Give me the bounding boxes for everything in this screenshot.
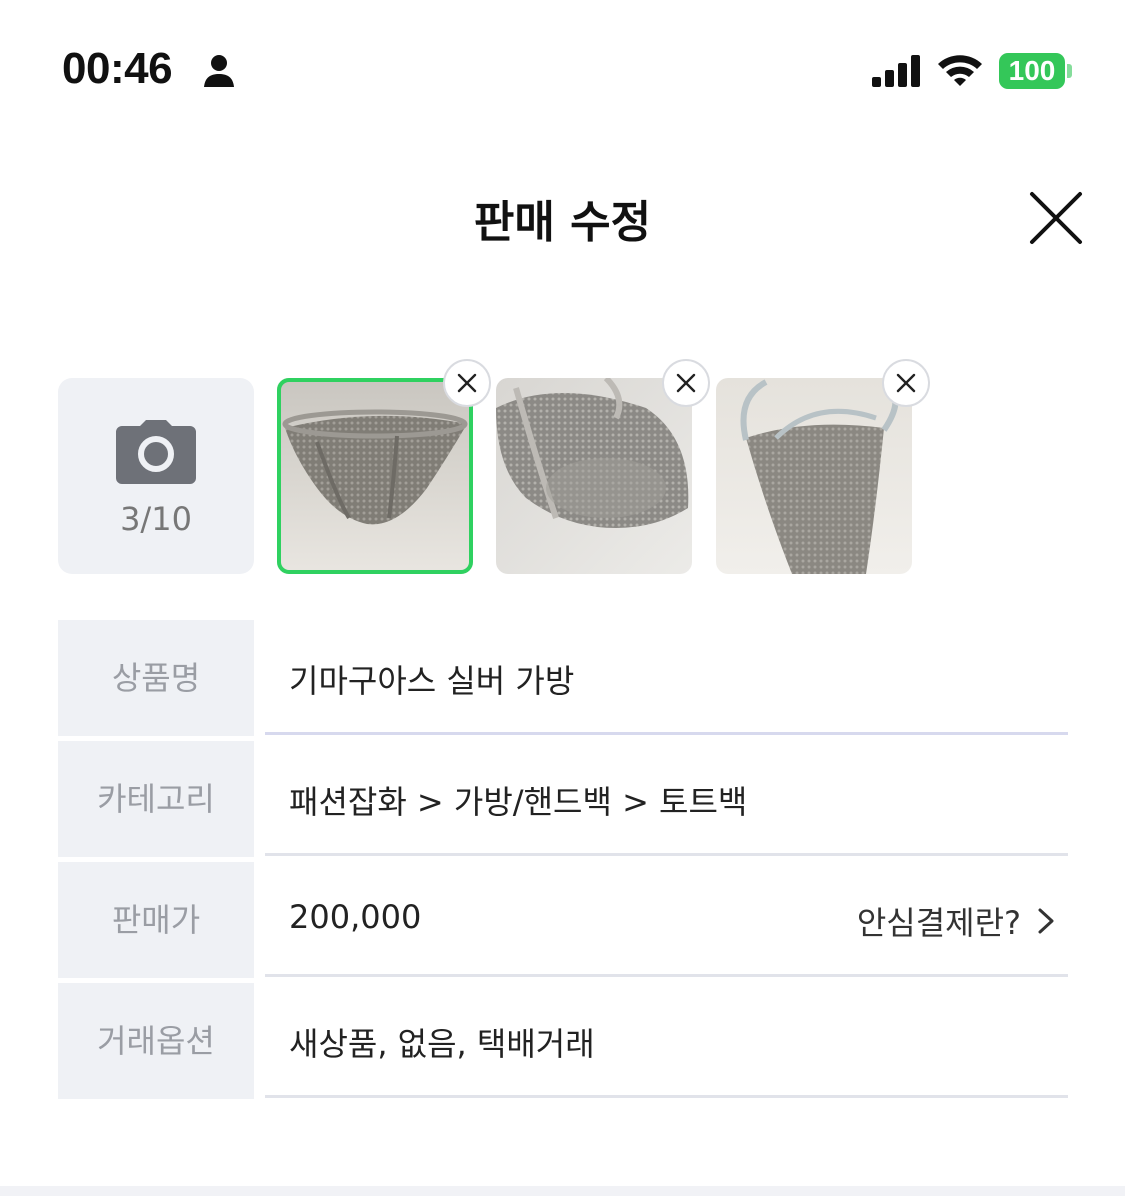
photo-count: 3/10 — [120, 500, 192, 538]
cellular-signal-icon — [872, 55, 920, 87]
wifi-icon — [938, 55, 982, 86]
close-icon — [457, 373, 477, 393]
divider — [265, 974, 1068, 977]
close-icon — [676, 373, 696, 393]
close-icon[interactable] — [1024, 186, 1088, 250]
bottom-section-divider — [0, 1186, 1125, 1196]
divider — [265, 732, 1068, 735]
close-icon — [896, 373, 916, 393]
product-photo-3[interactable] — [716, 378, 912, 574]
safe-payment-label: 안심결제란? — [856, 904, 1021, 942]
price-field[interactable]: 200,000 — [289, 898, 421, 936]
price-label: 판매가 — [58, 862, 254, 978]
person-icon — [204, 55, 234, 87]
product-photo-1[interactable] — [277, 378, 473, 574]
camera-icon — [116, 420, 196, 484]
page-title: 판매 수정 — [473, 197, 652, 248]
divider — [265, 853, 1068, 856]
category-label: 카테고리 — [58, 741, 254, 857]
chevron-right-icon — [1038, 908, 1054, 934]
battery-level: 100 — [1008, 55, 1056, 86]
add-photo-button[interactable]: 3/10 — [58, 378, 254, 574]
battery-tip — [1067, 64, 1072, 78]
divider — [265, 1095, 1068, 1098]
remove-photo-3-button[interactable] — [882, 359, 930, 407]
trade-option-field[interactable]: 새상품, 없음, 택배거래 — [289, 1019, 595, 1065]
product-name-field[interactable]: 기마구아스 실버 가방 — [289, 656, 574, 702]
battery-icon: 100 — [999, 53, 1065, 89]
remove-photo-2-button[interactable] — [662, 359, 710, 407]
status-bar: 00:46 100 — [0, 0, 1125, 140]
product-photo-2[interactable] — [496, 378, 692, 574]
category-field[interactable]: 패션잡화 > 가방/핸드백 > 토트백 — [289, 777, 747, 823]
trade-option-label: 거래옵션 — [58, 983, 254, 1099]
status-time: 00:46 — [62, 44, 173, 93]
safe-payment-link[interactable]: 안심결제란? — [857, 898, 1057, 944]
product-name-label: 상품명 — [58, 620, 254, 736]
remove-photo-1-button[interactable] — [443, 359, 491, 407]
